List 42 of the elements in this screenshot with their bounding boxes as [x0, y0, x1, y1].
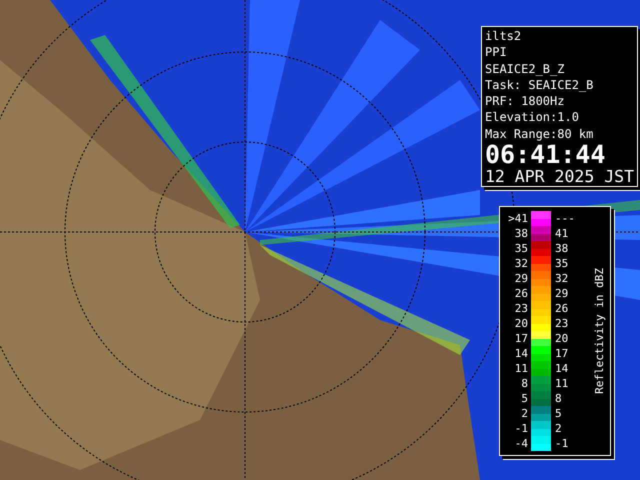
site-name: ilts2 [485, 28, 522, 44]
legend-label: 14 [554, 362, 570, 375]
legend-label: 32 [554, 272, 570, 285]
max-range-label: Max Range:80 km [485, 126, 594, 142]
legend-label: -1 [514, 422, 529, 435]
legend-label: 29 [514, 272, 529, 285]
legend-label: 17 [514, 332, 529, 345]
legend-label: 23 [554, 317, 570, 330]
legend-label: 11 [554, 377, 570, 390]
legend-label: 20 [514, 317, 529, 330]
legend-label: 41 [554, 227, 570, 240]
legend-label: 38 [554, 242, 570, 255]
legend-label: --- [554, 212, 576, 225]
legend-label: 35 [514, 242, 529, 255]
legend-label: 8 [554, 392, 563, 405]
legend-label: >41 [507, 212, 529, 225]
legend-label: 14 [514, 347, 529, 360]
legend-label: 20 [554, 332, 570, 345]
legend-label: 5 [520, 392, 529, 405]
legend-label: 23 [514, 302, 529, 315]
elevation-label: Elevation:1.0 [485, 109, 580, 126]
legend-label: 38 [514, 227, 529, 240]
legend-label: 17 [554, 347, 570, 360]
product-name: SEAICE2_B_Z [485, 60, 566, 77]
legend-label: 26 [554, 302, 570, 315]
date-label: 12 APR 2025 JST [485, 168, 634, 186]
legend-label: -1 [554, 437, 570, 450]
scan-mode: PPI [485, 44, 508, 61]
legend-label: 26 [514, 287, 529, 300]
legend-label: 35 [554, 257, 570, 270]
legend-label: 2 [520, 407, 529, 420]
task-label: Task: SEAICE2_B [485, 76, 594, 94]
time-label: 06:41:44 [485, 142, 606, 168]
legend-label: 2 [554, 422, 563, 435]
prf-label: PRF: 1800Hz [485, 93, 566, 110]
legend-label: 29 [554, 287, 570, 300]
legend-label: 8 [520, 377, 529, 390]
legend-label: 5 [554, 407, 563, 420]
legend-label: -4 [514, 437, 529, 450]
legend-title: Reflectivity in dBZ [593, 268, 606, 394]
legend-label: 11 [514, 362, 529, 375]
legend-label: 32 [514, 257, 529, 270]
